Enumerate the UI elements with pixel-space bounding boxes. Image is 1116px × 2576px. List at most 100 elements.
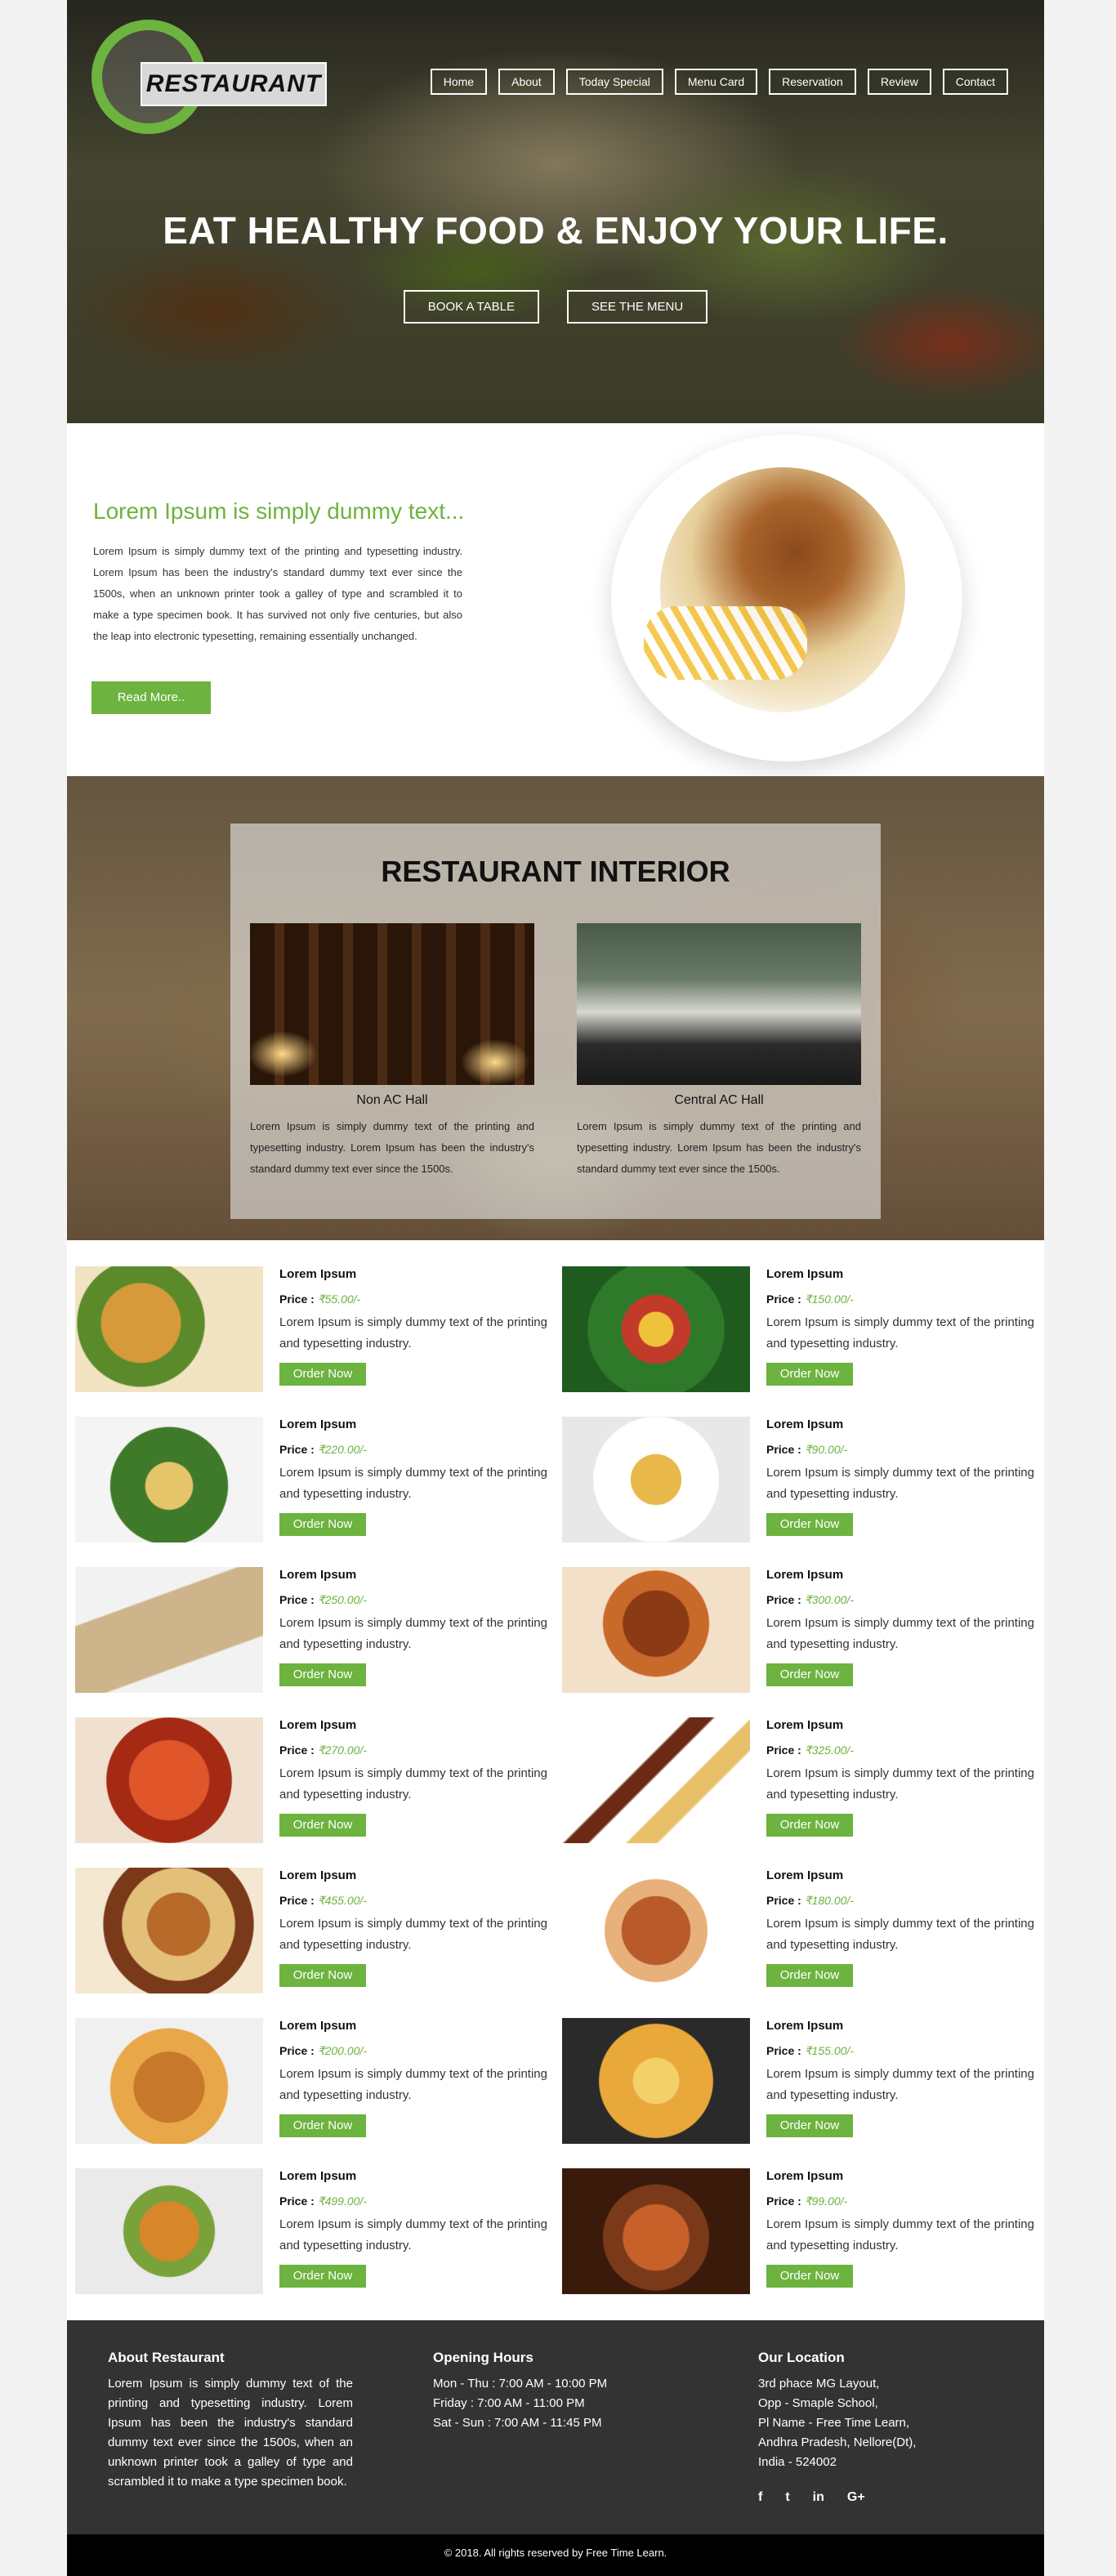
- nav-home[interactable]: Home: [430, 69, 488, 95]
- dish-name: Lorem Ipsum: [279, 1868, 357, 1882]
- dish-description: Lorem Ipsum is simply dummy text of the …: [279, 2217, 547, 2252]
- menu-item: Lorem Ipsum Price : ₹325.00/- Lorem Ipsum …: [562, 1717, 1044, 1856]
- dish-description: Lorem Ipsum is simply dummy text of the …: [766, 2217, 1034, 2252]
- price-label: Price :: [766, 2194, 801, 2208]
- dish-price: Price : ₹270.00/-: [279, 1742, 547, 1758]
- price-label: Price :: [766, 2044, 801, 2057]
- twitter-icon[interactable]: t: [785, 2490, 789, 2505]
- dish-photo: [562, 1266, 750, 1392]
- order-now-button[interactable]: Order Now: [279, 1363, 366, 1386]
- order-now-button[interactable]: Order Now: [766, 2114, 853, 2137]
- menu-item: Lorem Ipsum Price : ₹250.00/- Lorem Ipsum …: [75, 1567, 557, 1706]
- footer-hours-title: Opening Hours: [433, 2350, 533, 2365]
- menu-item: Lorem Ipsum Price : ₹220.00/- Lorem Ipsum …: [75, 1417, 557, 1556]
- price-value: ₹220.00/-: [317, 1443, 367, 1456]
- address-line: 3rd phace MG Layout,: [758, 2377, 880, 2391]
- dish-price: Price : ₹250.00/-: [279, 1592, 547, 1608]
- price-label: Price :: [766, 1292, 801, 1306]
- nav-today-special[interactable]: Today Special: [565, 69, 663, 95]
- price-value: ₹270.00/-: [317, 1743, 367, 1757]
- dish-name: Lorem Ipsum: [279, 1568, 357, 1582]
- menu-item: Lorem Ipsum Price : ₹155.00/- Lorem Ipsum …: [562, 2018, 1044, 2157]
- dish-name: Lorem Ipsum: [766, 1718, 844, 1732]
- hero-headline: EAT HEALTHY FOOD & ENJOY YOUR LIFE.: [163, 209, 949, 252]
- nav-menu-card[interactable]: Menu Card: [674, 69, 758, 95]
- footer-about-title: About Restaurant: [108, 2350, 225, 2365]
- dish-price: Price : ₹90.00/-: [766, 1441, 1034, 1458]
- dish-photo: [75, 1717, 263, 1843]
- dish-photo: [75, 1417, 263, 1542]
- price-value: ₹99.00/-: [804, 2194, 848, 2208]
- order-now-button[interactable]: Order Now: [279, 1964, 366, 1987]
- dish-price: Price : ₹155.00/-: [766, 2042, 1034, 2059]
- dish-price: Price : ₹200.00/-: [279, 2042, 547, 2059]
- read-more-button[interactable]: Read More..: [92, 681, 211, 714]
- dish-name: Lorem Ipsum: [766, 2019, 844, 2033]
- dish-description: Lorem Ipsum is simply dummy text of the …: [766, 2067, 1034, 2102]
- interior-panel: RESTAURANT INTERIOR Non AC Hall Lorem Ip…: [230, 824, 881, 1219]
- menu-item-info: Lorem Ipsum Price : ₹499.00/- Lorem Ipsum …: [279, 2168, 547, 2288]
- menu-item-info: Lorem Ipsum Price : ₹99.00/- Lorem Ipsum i…: [766, 2168, 1034, 2288]
- dish-price: Price : ₹150.00/-: [766, 1291, 1034, 1307]
- price-label: Price :: [279, 1292, 315, 1306]
- order-now-button[interactable]: Order Now: [279, 1513, 366, 1536]
- nav-review[interactable]: Review: [867, 69, 931, 95]
- order-now-button[interactable]: Order Now: [279, 2114, 366, 2137]
- menu-section: Lorem Ipsum Price : ₹55.00/- Lorem Ipsum i…: [67, 1240, 1044, 2320]
- dish-photo: [562, 1417, 750, 1542]
- price-label: Price :: [279, 1593, 315, 1606]
- menu-item: Lorem Ipsum Price : ₹99.00/- Lorem Ipsum i…: [562, 2168, 1044, 2307]
- price-value: ₹55.00/-: [317, 1292, 361, 1306]
- menu-item-info: Lorem Ipsum Price : ₹455.00/- Lorem Ipsum …: [279, 1868, 547, 1987]
- dish-description: Lorem Ipsum is simply dummy text of the …: [279, 2067, 547, 2102]
- menu-item-info: Lorem Ipsum Price : ₹90.00/- Lorem Ipsum i…: [766, 1417, 1034, 1536]
- hall-name: Non AC Hall: [356, 1093, 428, 1107]
- menu-item-info: Lorem Ipsum Price : ₹200.00/- Lorem Ipsum …: [279, 2018, 547, 2137]
- chicken-plate-image: [611, 435, 962, 761]
- dish-name: Lorem Ipsum: [279, 2019, 357, 2033]
- address-line: India - 524002: [758, 2455, 837, 2469]
- dish-photo: [562, 2168, 750, 2294]
- facebook-icon[interactable]: f: [758, 2490, 762, 2505]
- price-value: ₹250.00/-: [317, 1593, 367, 1606]
- price-value: ₹455.00/-: [317, 1894, 367, 1907]
- hero-buttons: BOOK A TABLE SEE THE MENU: [67, 290, 1044, 324]
- menu-item-info: Lorem Ipsum Price : ₹250.00/- Lorem Ipsum …: [279, 1567, 547, 1686]
- logo[interactable]: RESTAURANT: [92, 20, 337, 145]
- order-now-button[interactable]: Order Now: [766, 1513, 853, 1536]
- order-now-button[interactable]: Order Now: [766, 1663, 853, 1686]
- book-table-button[interactable]: BOOK A TABLE: [403, 290, 539, 324]
- dish-description: Lorem Ipsum is simply dummy text of the …: [766, 1315, 1034, 1351]
- central-ac-hall-photo: [577, 923, 861, 1085]
- dish-price: Price : ₹300.00/-: [766, 1592, 1034, 1608]
- address-line: Andhra Pradesh, Nellore(Dt),: [758, 2435, 917, 2449]
- order-now-button[interactable]: Order Now: [279, 1663, 366, 1686]
- dish-name: Lorem Ipsum: [279, 1267, 357, 1281]
- see-menu-button[interactable]: SEE THE MENU: [566, 290, 708, 324]
- order-now-button[interactable]: Order Now: [279, 2265, 366, 2288]
- order-now-button[interactable]: Order Now: [766, 1363, 853, 1386]
- google-plus-icon[interactable]: G+: [847, 2490, 865, 2505]
- address-line: Opp - Smaple School,: [758, 2396, 878, 2410]
- hall-description: Lorem Ipsum is simply dummy text of the …: [250, 1120, 534, 1175]
- dish-photo: [75, 1868, 263, 1993]
- order-now-button[interactable]: Order Now: [766, 2265, 853, 2288]
- hall-name: Central AC Hall: [674, 1093, 764, 1107]
- footer-about-text: Lorem Ipsum is simply dummy text of the …: [108, 2377, 353, 2489]
- linkedin-icon[interactable]: in: [813, 2490, 824, 2505]
- about-section: Lorem Ipsum is simply dummy text... Lore…: [67, 423, 1044, 776]
- order-now-button[interactable]: Order Now: [279, 1814, 366, 1837]
- order-now-button[interactable]: Order Now: [766, 1964, 853, 1987]
- footer-hours: Opening Hours Mon - Thu : 7:00 AM - 10:0…: [433, 2350, 678, 2433]
- social-links: f t in G+: [758, 2490, 1003, 2505]
- order-now-button[interactable]: Order Now: [766, 1814, 853, 1837]
- nav-contact[interactable]: Contact: [942, 69, 1008, 95]
- hours-line: Friday : 7:00 AM - 11:00 PM: [433, 2396, 585, 2410]
- menu-item: Lorem Ipsum Price : ₹90.00/- Lorem Ipsum i…: [562, 1417, 1044, 1556]
- dish-price: Price : ₹99.00/-: [766, 2193, 1034, 2209]
- nav-reservation[interactable]: Reservation: [769, 69, 856, 95]
- nav-about[interactable]: About: [498, 69, 555, 95]
- footer-about: About Restaurant Lorem Ipsum is simply d…: [108, 2350, 353, 2492]
- hall-description: Lorem Ipsum is simply dummy text of the …: [577, 1120, 861, 1175]
- menu-item-info: Lorem Ipsum Price : ₹155.00/- Lorem Ipsum …: [766, 2018, 1034, 2137]
